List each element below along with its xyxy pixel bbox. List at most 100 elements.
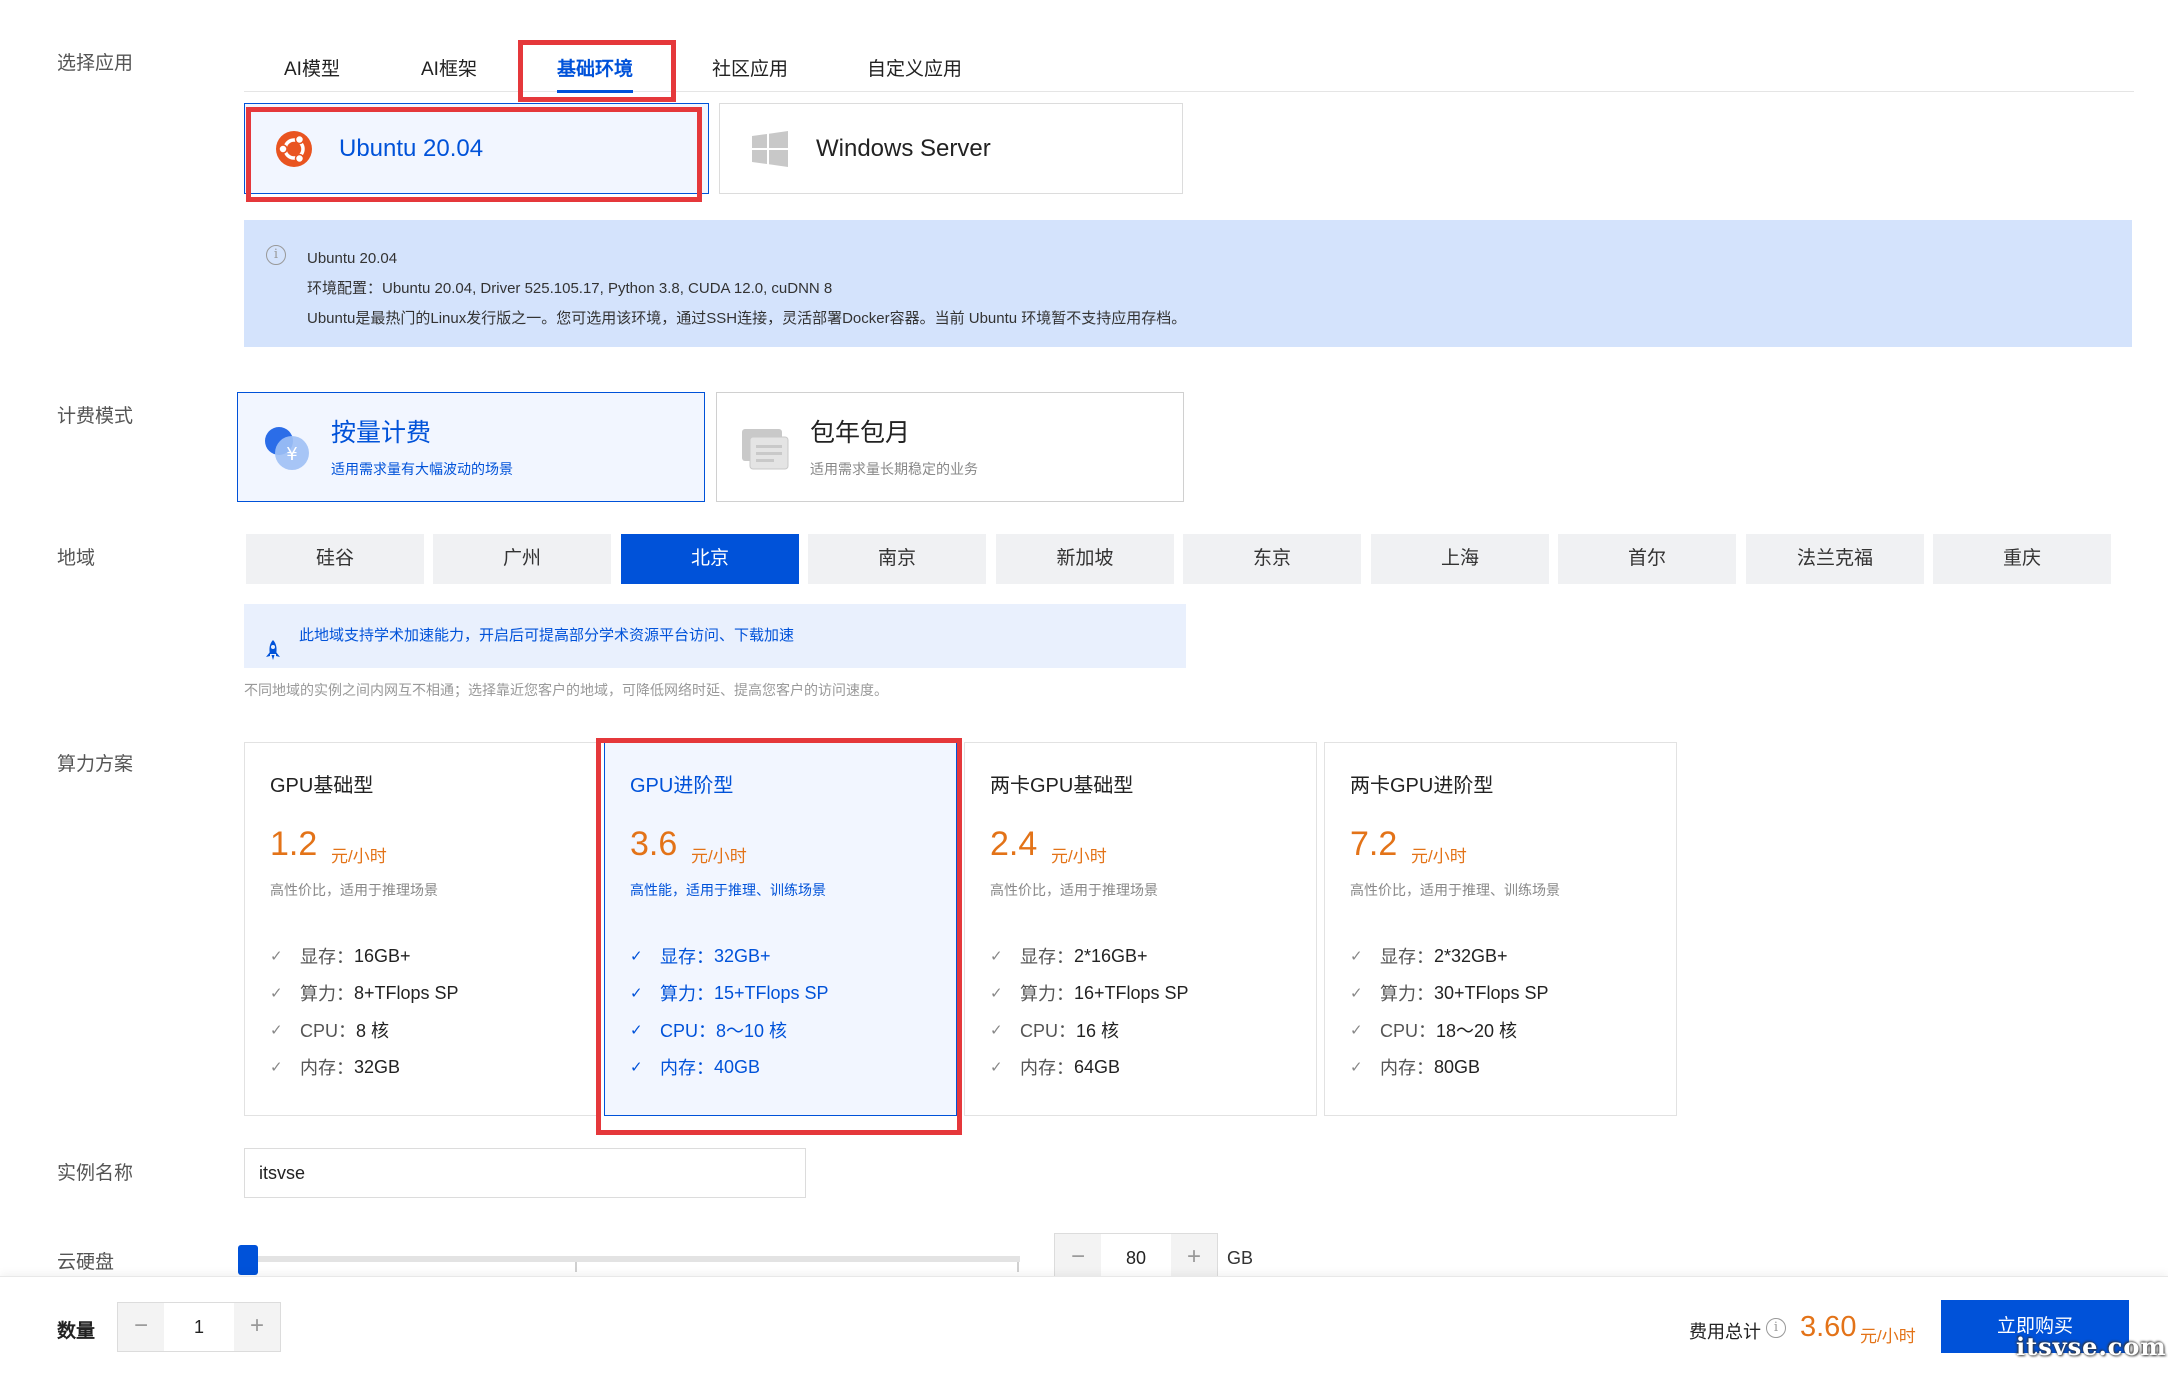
region-beijing[interactable]: 北京 <box>621 534 799 584</box>
rocket-icon <box>265 625 281 660</box>
spec-memory: ✓ 内存： 80GB <box>1350 1056 1481 1079</box>
gpu-plan-desc: 高性价比，适用于推理场景 <box>270 882 438 898</box>
select-app-label: 选择应用 <box>57 53 134 74</box>
disk-size-value[interactable]: 80 <box>1101 1234 1171 1282</box>
total-price: 3.60 <box>1800 1311 1857 1343</box>
billing-payg-title: 按量计费 <box>331 419 432 447</box>
tab-custom-apps[interactable]: 自定义应用 <box>867 54 962 81</box>
spec-vram: ✓ 显存： 32GB+ <box>630 945 771 968</box>
instance-name-label: 实例名称 <box>57 1163 134 1184</box>
gpu-plan-price: 2.4 <box>990 825 1038 863</box>
check-icon: ✓ <box>630 1022 643 1039</box>
gpu-plan-title: 两卡GPU进阶型 <box>1350 775 1494 797</box>
gpu-plan-desc: 高性价比，适用于推理、训练场景 <box>1350 882 1560 898</box>
spec-compute: ✓ 算力： 16+TFlops SP <box>990 982 1189 1005</box>
env-info-config: 环境配置：Ubuntu 20.04, Driver 525.105.17, Py… <box>307 280 833 297</box>
compute-label: 算力方案 <box>57 754 134 775</box>
watermark: itsvse.com <box>2016 1332 2167 1361</box>
check-icon: ✓ <box>1350 1022 1363 1039</box>
gpu-plan-price: 7.2 <box>1350 825 1398 863</box>
gpu-plan-price: 1.2 <box>270 825 318 863</box>
billing-payg-subtitle: 适用需求量有大幅波动的场景 <box>331 461 513 477</box>
windows-logo-icon <box>750 129 790 169</box>
slider-tick <box>1017 1262 1019 1272</box>
spec-cpu: ✓ CPU： 8 核 <box>270 1021 390 1041</box>
region-guangzhou[interactable]: 广州 <box>433 534 611 584</box>
check-icon: ✓ <box>270 1059 283 1076</box>
check-icon: ✓ <box>990 1059 1003 1076</box>
gpu-plan-dual-advanced[interactable]: 两卡GPU进阶型 7.2 元/小时 高性价比，适用于推理、训练场景 ✓ 显存： 2*… <box>1324 742 1677 1116</box>
check-icon: ✓ <box>990 985 1003 1002</box>
gpu-plan-unit: 元/小时 <box>1411 847 1467 866</box>
gpu-plan-basic[interactable]: GPU基础型 1.2 元/小时 高性价比，适用于推理场景 ✓ 显存： 16GB+ ✓… <box>244 742 597 1116</box>
check-icon: ✓ <box>990 1022 1003 1039</box>
svg-text:¥: ¥ <box>286 444 297 465</box>
check-icon: ✓ <box>1350 948 1363 965</box>
check-icon: ✓ <box>990 948 1003 965</box>
region-silicon-valley[interactable]: 硅谷 <box>246 534 424 584</box>
check-icon: ✓ <box>270 948 283 965</box>
os-ubuntu-label: Ubuntu 20.04 <box>339 134 484 162</box>
os-card-ubuntu[interactable]: Ubuntu 20.04 <box>244 103 709 194</box>
check-icon: ✓ <box>630 948 643 965</box>
billing-monthly-subtitle: 适用需求量长期稳定的业务 <box>810 461 978 477</box>
region-frankfurt[interactable]: 法兰克福 <box>1746 534 1924 584</box>
spec-memory: ✓ 内存： 32GB <box>270 1056 401 1079</box>
spec-vram: ✓ 显存： 2*16GB+ <box>990 945 1148 968</box>
academic-accel-text: 此地域支持学术加速能力，开启后可提高部分学术资源平台访问、下载加速 <box>299 627 795 644</box>
quantity-minus-button[interactable]: − <box>118 1303 164 1351</box>
region-seoul[interactable]: 首尔 <box>1558 534 1736 584</box>
slider-tick <box>575 1262 577 1272</box>
info-circle-icon: i <box>266 245 286 265</box>
tab-ai-framework[interactable]: AI框架 <box>421 54 477 81</box>
billing-label: 计费模式 <box>57 406 134 427</box>
disk-slider-track[interactable] <box>244 1256 1020 1262</box>
tab-base-env[interactable]: 基础环境 <box>557 54 634 93</box>
instance-name-input[interactable] <box>244 1148 806 1198</box>
spec-memory: ✓ 内存： 64GB <box>990 1056 1121 1079</box>
spec-vram: ✓ 显存： 2*32GB+ <box>1350 945 1508 968</box>
os-card-windows[interactable]: Windows Server <box>719 103 1183 194</box>
spec-cpu: ✓ CPU： 18～20 核 <box>1350 1021 1518 1041</box>
total-cost-label: 费用总计 <box>1689 1322 1761 1342</box>
gpu-plan-advanced[interactable]: GPU进阶型 3.6 元/小时 高性能，适用于推理、训练场景 ✓ 显存： 32GB+… <box>604 742 957 1116</box>
gpu-plan-dual-basic[interactable]: 两卡GPU基础型 2.4 元/小时 高性价比，适用于推理场景 ✓ 显存： 2*16G… <box>964 742 1317 1116</box>
billing-monthly-title: 包年包月 <box>810 419 911 447</box>
region-singapore[interactable]: 新加坡 <box>996 534 1174 584</box>
os-windows-label: Windows Server <box>816 134 991 162</box>
disk-minus-button[interactable]: − <box>1055 1234 1101 1282</box>
billing-card-monthly[interactable]: 包年包月 适用需求量长期稳定的业务 <box>716 392 1184 502</box>
gpu-plan-unit: 元/小时 <box>331 847 387 866</box>
env-info-box: i Ubuntu 20.04 环境配置：Ubuntu 20.04, Driver… <box>244 220 2132 347</box>
quantity-plus-button[interactable]: + <box>234 1303 280 1351</box>
env-info-desc: Ubuntu是最热门的Linux发行版之一。您可选用该环境，通过SSH连接，灵活… <box>307 310 1187 327</box>
billing-card-payg[interactable]: ¥ 按量计费 适用需求量有大幅波动的场景 <box>237 392 705 502</box>
spec-cpu: ✓ CPU： 16 核 <box>990 1021 1120 1041</box>
region-hint: 不同地域的实例之间内网互不相通；选择靠近您客户的地域，可降低网络时延、提高您客户… <box>244 682 888 698</box>
gpu-plan-price: 3.6 <box>630 825 678 863</box>
tab-community-apps[interactable]: 社区应用 <box>712 54 788 81</box>
disk-slider-handle[interactable] <box>238 1245 258 1275</box>
quantity-value[interactable]: 1 <box>164 1303 234 1351</box>
check-icon: ✓ <box>630 1059 643 1076</box>
tab-ai-model[interactable]: AI模型 <box>284 54 340 81</box>
gpu-plan-unit: 元/小时 <box>1051 847 1107 866</box>
region-chongqing[interactable]: 重庆 <box>1933 534 2111 584</box>
region-shanghai[interactable]: 上海 <box>1371 534 1549 584</box>
region-nanjing[interactable]: 南京 <box>808 534 986 584</box>
calendar-icon <box>740 425 790 471</box>
spec-memory: ✓ 内存： 40GB <box>630 1056 761 1079</box>
academic-accel-notice: 此地域支持学术加速能力，开启后可提高部分学术资源平台访问、下载加速 <box>244 604 1186 668</box>
disk-label: 云硬盘 <box>57 1252 115 1273</box>
gpu-plan-title: GPU基础型 <box>270 775 374 797</box>
check-icon: ✓ <box>270 985 283 1002</box>
disk-plus-button[interactable]: + <box>1171 1234 1217 1282</box>
check-icon: ✓ <box>1350 1059 1363 1076</box>
disk-unit: GB <box>1227 1248 1254 1268</box>
gpu-plan-title: 两卡GPU基础型 <box>990 775 1134 797</box>
quantity-stepper: − 1 + <box>117 1302 281 1352</box>
region-tokyo[interactable]: 东京 <box>1183 534 1361 584</box>
total-info-icon[interactable]: i <box>1766 1318 1786 1338</box>
spec-compute: ✓ 算力： 15+TFlops SP <box>630 982 829 1005</box>
spec-compute: ✓ 算力： 8+TFlops SP <box>270 982 459 1005</box>
